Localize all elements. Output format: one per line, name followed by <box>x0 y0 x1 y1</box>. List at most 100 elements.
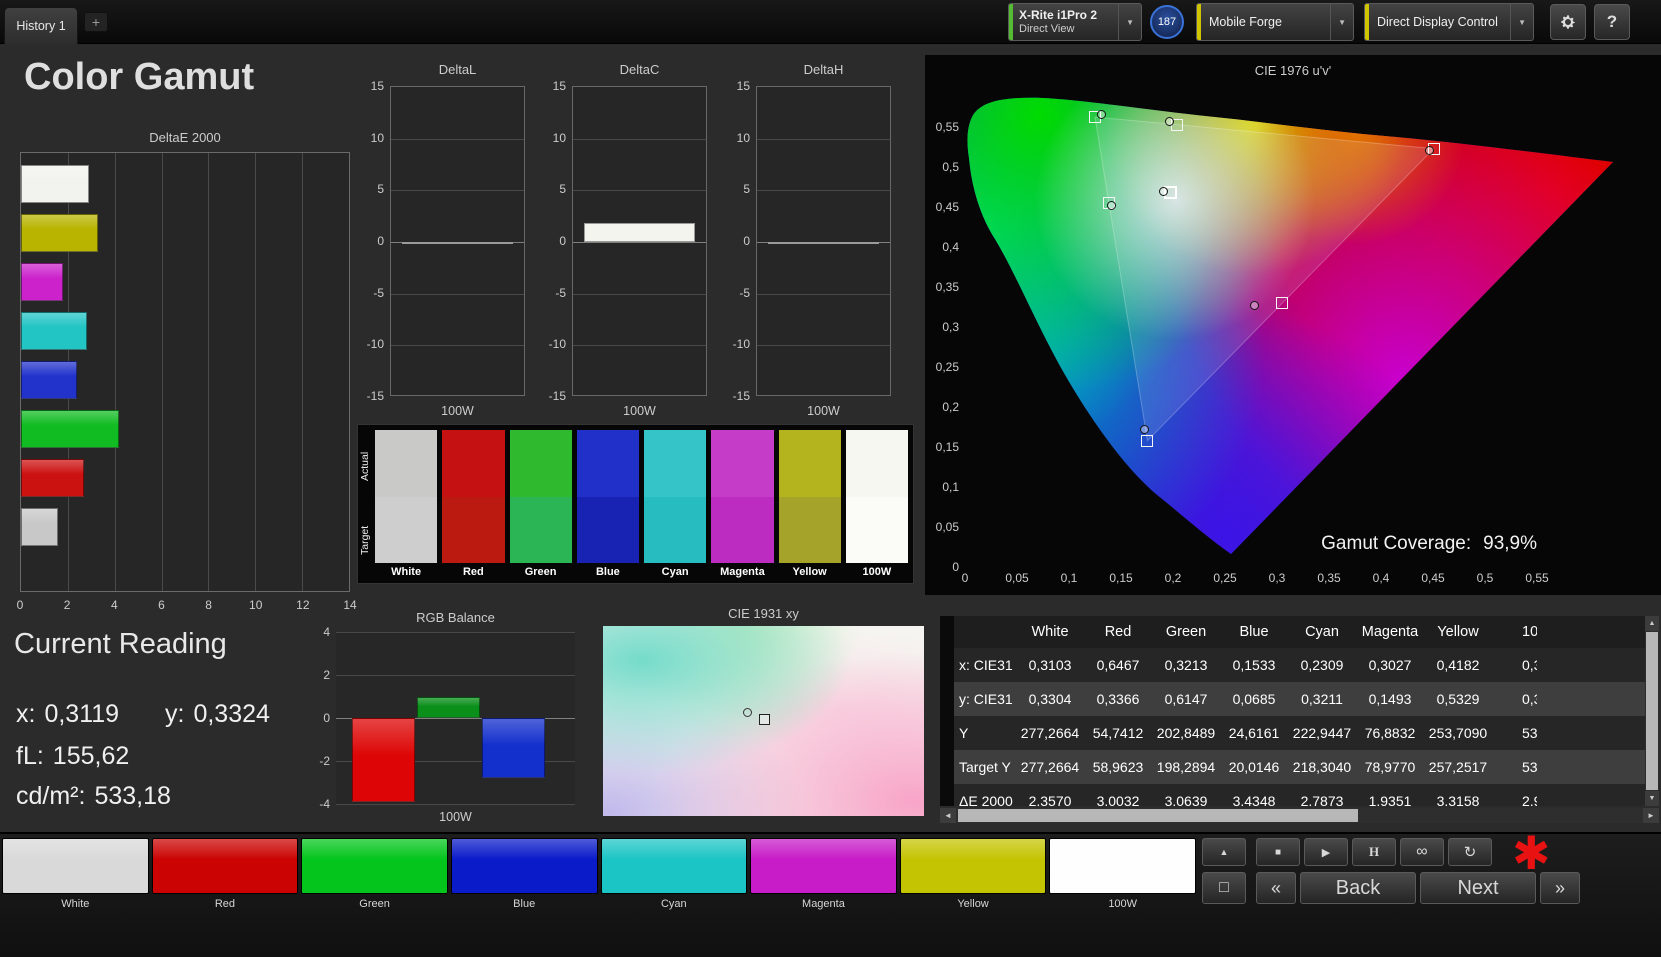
patch-button-100w[interactable]: 100W <box>1049 838 1196 910</box>
table-cell: 533,1800 <box>1522 725 1537 741</box>
table-cell: 0,3324 <box>1522 691 1537 707</box>
reading-fl-value: 155,62 <box>52 742 130 770</box>
actual-swatch <box>711 430 774 497</box>
stop-button[interactable]: ■ <box>1256 838 1300 866</box>
back-button[interactable]: Back <box>1300 872 1416 904</box>
workflow-dropdown[interactable]: Mobile Forge ▼ <box>1196 3 1354 41</box>
actual-swatch <box>644 430 707 497</box>
refresh-button[interactable]: ↻ <box>1448 838 1492 866</box>
column-header-red: Red <box>1104 624 1132 640</box>
table-cell: 0,3103 <box>1028 657 1072 673</box>
collapse-button[interactable]: ▲ <box>1202 838 1246 866</box>
table-cell: 58,9623 <box>1092 759 1144 775</box>
chart-title: DeltaH <box>803 62 844 77</box>
axis-tick-label: -15 <box>366 389 384 403</box>
patch-button-red[interactable]: Red <box>151 838 299 910</box>
axis-tick-label: 0,45 <box>935 200 959 214</box>
table-cell: 0,0685 <box>1232 691 1276 707</box>
table-cell: 253,7090 <box>1428 725 1488 741</box>
axis-tick-label: 2 <box>63 598 71 612</box>
axis-tick-label: 0 <box>559 234 566 248</box>
compare-column-blue <box>576 430 639 563</box>
chart-plot <box>572 86 707 396</box>
prev-arrow-icon: « <box>1270 877 1281 898</box>
window-pattern-button[interactable]: □ <box>1202 872 1246 904</box>
target-swatch <box>576 496 639 563</box>
tab-history-1[interactable]: History 1 <box>4 7 78 44</box>
patch-button-yellow[interactable]: Yellow <box>899 838 1047 910</box>
gridline <box>255 153 257 591</box>
levels-button[interactable]: H <box>1352 838 1396 866</box>
table-cell: 3,0032 <box>1096 793 1140 806</box>
cie76-diagram <box>967 97 1614 555</box>
meter-count-badge[interactable]: 187 <box>1150 5 1184 39</box>
patch-button-green[interactable]: Green <box>301 838 448 910</box>
table-horizontal-scrollbar[interactable]: ◄ ► <box>940 808 1659 823</box>
axis-label: 100W <box>441 404 474 418</box>
compare-label: Green <box>524 566 557 578</box>
table-row: x: CIE31 0,3103 0,6467 0,3213 0,1533 0,2309 0,… <box>954 648 1537 682</box>
deltae-plot <box>20 152 350 592</box>
display-control-dropdown[interactable]: Direct Display Control ▼ <box>1364 3 1534 41</box>
deltae-bar-white <box>21 508 59 546</box>
patch-button-magenta[interactable]: Magenta <box>750 838 897 910</box>
compare-columns <box>375 430 908 563</box>
horizontal-scroll-thumb[interactable] <box>958 809 1358 822</box>
patch-button-blue[interactable]: Blue <box>450 838 598 910</box>
play-button[interactable]: ▶ <box>1304 838 1348 866</box>
row-header: Target Y <box>959 759 1011 775</box>
axis-tick-label: -15 <box>732 389 750 403</box>
axis-tick-label: 8 <box>205 598 212 612</box>
scroll-left-icon[interactable]: ◄ <box>940 808 956 823</box>
axis-tick-label: 15 <box>552 79 566 93</box>
reading-x-value: 0,3119 <box>44 700 120 728</box>
meter-name: X-Rite i1Pro 2 <box>1019 7 1098 22</box>
patch-button-cyan[interactable]: Cyan <box>600 838 748 910</box>
gamut-coverage-label: Gamut Coverage: <box>1321 533 1472 554</box>
axis-tick-label: 0,25 <box>935 360 959 374</box>
gear-icon <box>1561 15 1575 29</box>
table-cell: 257,2517 <box>1428 759 1488 775</box>
settings-button[interactable] <box>1550 4 1586 40</box>
forward-page-button[interactable]: » <box>1540 872 1580 904</box>
add-tab-button[interactable]: + <box>84 12 108 32</box>
chevron-down-icon: ▼ <box>1510 4 1533 40</box>
compare-column-red <box>442 430 505 563</box>
axis-tick-label: 0 <box>377 234 384 248</box>
compare-column-magenta <box>711 430 774 563</box>
axis-tick-label: 0,5 <box>942 160 959 174</box>
scroll-up-icon[interactable]: ▲ <box>1645 616 1659 631</box>
axis-tick-label: -5 <box>739 285 750 300</box>
target-square <box>758 714 770 726</box>
meter-accent-bar <box>1009 4 1013 40</box>
help-button[interactable]: ? <box>1594 4 1630 40</box>
column-header-cyan: Cyan <box>1305 624 1339 640</box>
actual-swatch <box>509 430 572 497</box>
tab-label: History 1 <box>16 19 66 33</box>
vertical-scroll-thumb[interactable] <box>1646 632 1658 790</box>
compare-labels: White Red Green Blue Cyan Magenta Yellow 100W <box>375 566 908 581</box>
table-cell: 3,4348 <box>1232 793 1276 806</box>
patch-button-white[interactable]: White <box>2 838 149 910</box>
scroll-down-icon[interactable]: ▼ <box>1645 791 1659 806</box>
meter-dropdown[interactable]: X-Rite i1Pro 2 Direct View ▼ <box>1008 3 1142 41</box>
table-cell: 20,0146 <box>1228 759 1280 775</box>
measurement-dot-green <box>1096 109 1106 119</box>
axis-tick-label: -10 <box>366 337 384 352</box>
chart-title: DeltaC <box>619 62 660 77</box>
continuous-read-button[interactable]: ∞ <box>1400 838 1444 866</box>
patch-color <box>1049 838 1196 894</box>
actual-row-label: Actual <box>359 451 371 481</box>
previous-page-button[interactable]: « <box>1256 872 1296 904</box>
table-cell: 2,7873 <box>1300 793 1344 806</box>
next-button[interactable]: Next <box>1420 872 1536 904</box>
row-header: ΔE 2000 <box>959 793 1013 806</box>
table-cell: 0,3304 <box>1028 691 1072 707</box>
delta-chart-deltac: DeltaC 15 10 5 0 -5 -10 -15 100W <box>536 62 711 422</box>
table-vertical-scrollbar[interactable]: ▲ ▼ <box>1645 616 1659 806</box>
target-marker-blue <box>1141 434 1154 447</box>
reading-x-label: x: <box>16 700 36 728</box>
axis-tick-label: 0,15 <box>935 440 959 454</box>
scroll-right-icon[interactable]: ► <box>1643 808 1659 823</box>
top-bar-controls: X-Rite i1Pro 2 Direct View ▼ 187 Mobile … <box>1008 3 1630 41</box>
